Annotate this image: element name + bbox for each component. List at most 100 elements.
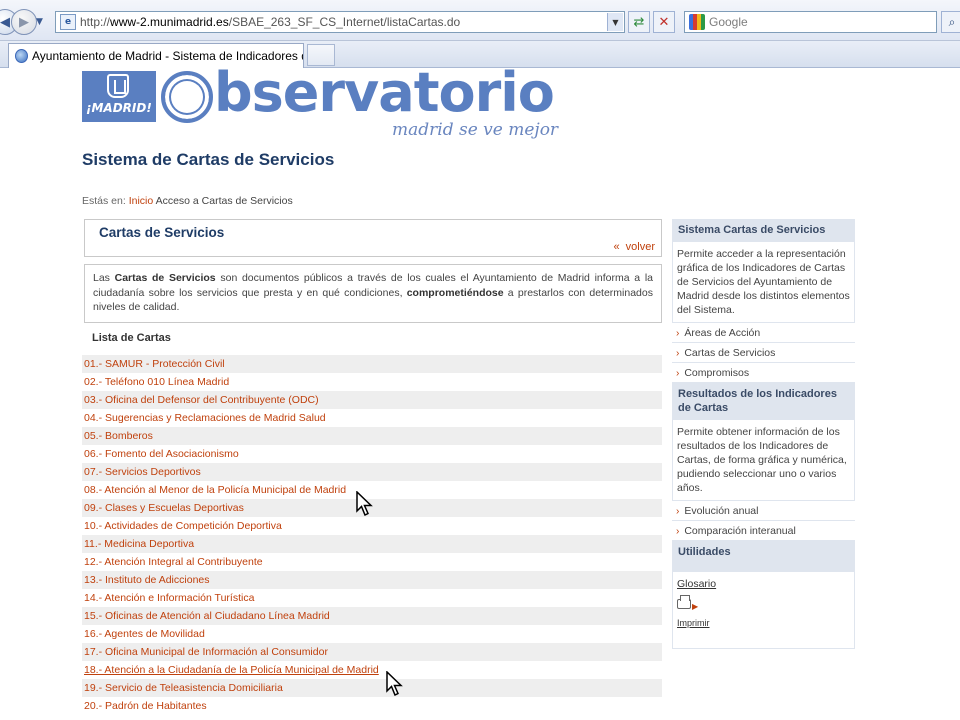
carta-link[interactable]: 07.- Servicios Deportivos [84, 466, 201, 478]
sidebar-item-label: Cartas de Servicios [684, 347, 776, 359]
refresh-button[interactable]: ⇄ [628, 11, 650, 33]
sidebar-item-label: Comparación interanual [684, 525, 796, 537]
carta-link[interactable]: 01.- SAMUR - Protección Civil [84, 358, 225, 370]
url-domain: www-2.munimadrid.es [110, 15, 229, 29]
carta-link[interactable]: 16.- Agentes de Movilidad [84, 628, 205, 640]
list-item: 01.- SAMUR - Protección Civil [82, 355, 662, 373]
sidebar-item-compromisos[interactable]: › Compromisos [672, 363, 855, 383]
list-heading: Lista de Cartas [92, 332, 171, 344]
intro-text: Las Cartas de Servicios son documentos p… [84, 264, 662, 323]
carta-link[interactable]: 18.- Atención a la Ciudadanía de la Poli… [84, 664, 379, 676]
carta-link[interactable]: 11.- Medicina Deportiva [84, 538, 194, 550]
carta-link[interactable]: 13.- Instituto de Adicciones [84, 574, 210, 586]
google-icon[interactable] [689, 14, 705, 30]
mouse-cursor-icon [356, 491, 373, 517]
sidebar-item-cartas-servicios[interactable]: › Cartas de Servicios [672, 343, 855, 363]
list-item: 19.- Servicio de Teleasistencia Domicili… [82, 679, 662, 697]
print-button[interactable]: ▶ Imprimir [677, 595, 710, 630]
madrid-logo[interactable]: ¡MADRID! [82, 71, 156, 122]
cartas-heading: Cartas de Servicios [99, 225, 225, 240]
back-link-label: volver [625, 241, 655, 253]
refresh-icon: ⇄ [633, 14, 645, 30]
chevron-right-icon: › [676, 368, 680, 379]
list-item: 05.- Bomberos [82, 427, 662, 445]
sidebar-section-description: Permite acceder a la representación gráf… [672, 241, 855, 323]
carta-link[interactable]: 04.- Sugerencias y Reclamaciones de Madr… [84, 412, 326, 424]
sidebar-item-comparacion-interanual[interactable]: › Comparación interanual [672, 521, 855, 541]
list-item: 16.- Agentes de Movilidad [82, 625, 662, 643]
carta-link[interactable]: 09.- Clases y Escuelas Deportivas [84, 502, 244, 514]
browser-toolbar: ◀ ▶ ▼ e http://www-2.munimadrid.es/SBAE_… [0, 0, 960, 41]
address-dropdown-icon[interactable]: ▼ [607, 13, 623, 31]
cartas-list: 01.- SAMUR - Protección Civil 02.- Teléf… [82, 355, 662, 715]
carta-link[interactable]: 02.- Teléfono 010 Línea Madrid [84, 376, 229, 388]
carta-link[interactable]: 14.- Atención e Información Turística [84, 592, 254, 604]
list-item: 20.- Padrón de Habitantes [82, 697, 662, 715]
sidebar-item-label: Evolución anual [684, 505, 759, 517]
list-item: 10.- Actividades de Competición Deportiv… [82, 517, 662, 535]
chevron-right-icon: › [676, 328, 680, 339]
search-box[interactable]: Google [684, 11, 937, 33]
back-arrows-icon: « [613, 241, 620, 253]
chevron-right-icon: › [676, 526, 680, 537]
breadcrumb: Estás en: Inicio Acceso a Cartas de Serv… [82, 195, 293, 207]
list-item: 17.- Oficina Municipal de Información al… [82, 643, 662, 661]
print-label: Imprimir [677, 618, 710, 628]
observatorio-tagline: madrid se ve mejor [392, 120, 559, 140]
search-button[interactable]: ⌕ [941, 11, 960, 33]
list-item: 18.- Atención a la Ciudadanía de la Poli… [82, 661, 662, 679]
back-arrow-icon: ◀ [0, 14, 10, 30]
list-item: 15.- Oficinas de Atención al Ciudadano L… [82, 607, 662, 625]
glosario-link[interactable]: Glosario [677, 577, 716, 591]
search-placeholder: Google [709, 15, 748, 29]
breadcrumb-current: Acceso a Cartas de Servicios [155, 195, 293, 207]
printer-icon [677, 595, 691, 609]
carta-link[interactable]: 06.- Fomento del Asociacionismo [84, 448, 239, 460]
list-item: 14.- Atención e Información Turística [82, 589, 662, 607]
carta-link[interactable]: 03.- Oficina del Defensor del Contribuye… [84, 394, 319, 406]
sidebar-item-evolucion-anual[interactable]: › Evolución anual [672, 501, 855, 521]
madrid-crest-icon [107, 74, 129, 98]
ie-page-icon [15, 49, 28, 63]
intro-bold-compromiso: comprometiéndose [406, 286, 504, 299]
sidebar-item-areas-accion[interactable]: › Áreas de Acción [672, 323, 855, 343]
carta-link[interactable]: 05.- Bomberos [84, 430, 153, 442]
carta-link[interactable]: 19.- Servicio de Teleasistencia Domicili… [84, 682, 283, 694]
arrow-right-icon: ▶ [692, 602, 699, 611]
list-item: 12.- Atención Integral al Contribuyente [82, 553, 662, 571]
url-prefix: http:// [80, 15, 111, 29]
stop-button[interactable]: ✕ [653, 11, 675, 33]
carta-link[interactable]: 20.- Padrón de Habitantes [84, 700, 207, 712]
sidebar-section-title: Sistema Cartas de Servicios [672, 219, 855, 241]
sidebar-item-label: Compromisos [684, 367, 750, 379]
intro-bold-cartas: Cartas de Servicios [114, 272, 216, 284]
search-icon: ⌕ [948, 14, 956, 29]
list-item: 13.- Instituto de Adicciones [82, 571, 662, 589]
sidebar-section-title: Resultados de los Indicadores de Cartas [672, 383, 855, 419]
stop-icon: ✕ [658, 14, 670, 30]
intro-text-part: Las [93, 272, 115, 284]
history-dropdown-icon[interactable]: ▼ [36, 17, 43, 27]
address-bar[interactable]: e http://www-2.munimadrid.es/SBAE_263_SF… [55, 11, 625, 33]
sidebar-section-title: Utilidades [672, 541, 855, 571]
cartas-panel: Cartas de Servicios « volver [84, 219, 662, 257]
carta-link[interactable]: 17.- Oficina Municipal de Información al… [84, 646, 328, 658]
mouse-cursor-icon [386, 671, 403, 697]
forward-button[interactable]: ▶ [11, 9, 37, 35]
list-item: 11.- Medicina Deportiva [82, 535, 662, 553]
carta-link[interactable]: 10.- Actividades de Competición Deportiv… [84, 520, 282, 532]
breadcrumb-prefix: Estás en: [82, 195, 126, 207]
madrid-logo-text: ¡MADRID! [86, 101, 152, 115]
back-link[interactable]: « volver [614, 241, 655, 253]
carta-link[interactable]: 12.- Atención Integral al Contribuyente [84, 556, 263, 568]
carta-link[interactable]: 15.- Oficinas de Atención al Ciudadano L… [84, 610, 330, 622]
list-item: 02.- Teléfono 010 Línea Madrid [82, 373, 662, 391]
carta-link[interactable]: 08.- Atención al Menor de la Policía Mun… [84, 484, 346, 496]
sidebar-item-label: Áreas de Acción [684, 327, 761, 339]
forward-arrow-icon: ▶ [19, 14, 29, 30]
list-item: 07.- Servicios Deportivos [82, 463, 662, 481]
utilidades-panel: Glosario ▶ Imprimir [672, 571, 855, 649]
url-text[interactable]: http://www-2.munimadrid.es/SBAE_263_SF_C… [80, 15, 460, 29]
breadcrumb-home-link[interactable]: Inicio [129, 195, 154, 207]
observatorio-logo-text: bservatorio [214, 61, 555, 124]
